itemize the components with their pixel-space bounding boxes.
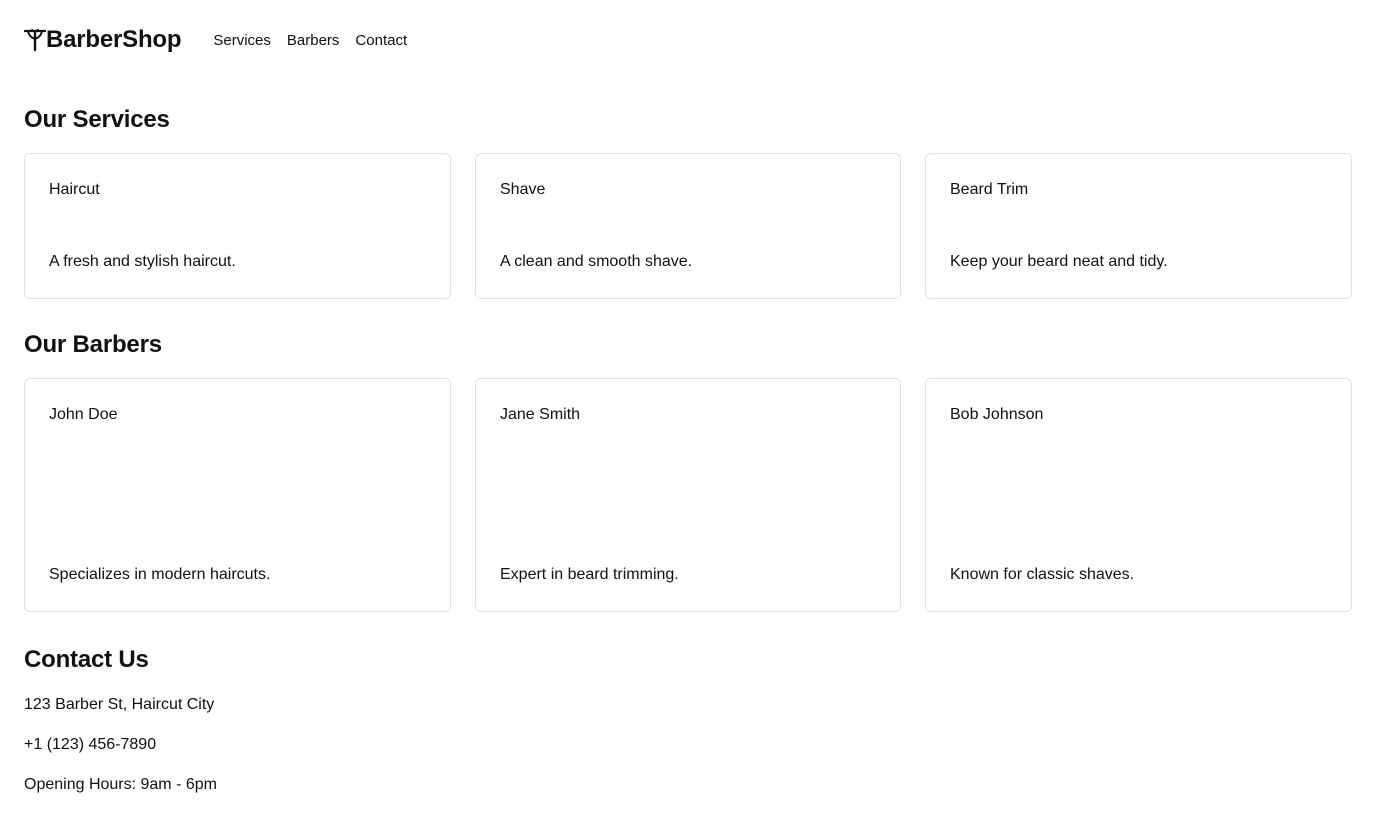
contact-address: 123 Barber St, Haircut City: [24, 696, 215, 713]
barber-card-john-doe: John Doe Specializes in modern haircuts.: [24, 378, 451, 612]
barber-name: John Doe: [49, 406, 118, 423]
nav-link-barbers[interactable]: Barbers: [287, 32, 340, 49]
services-grid: Haircut A fresh and stylish haircut. Sha…: [24, 153, 1352, 299]
service-card-haircut: Haircut A fresh and stylish haircut.: [24, 153, 451, 299]
service-description: Keep your beard neat and tidy.: [950, 253, 1168, 270]
main-nav: Services Barbers Contact: [213, 32, 407, 49]
contact-heading: Contact Us: [24, 646, 149, 673]
service-name: Beard Trim: [950, 181, 1029, 198]
services-heading: Our Services: [24, 106, 170, 133]
brand-name: BarberShop: [46, 26, 182, 53]
contact-details: 123 Barber St, Haircut City +1 (123) 456…: [24, 685, 1352, 805]
brand-logo-link[interactable]: BarberShop: [23, 26, 182, 54]
services-section: Our Services Haircut A fresh and stylish…: [24, 105, 1352, 299]
nav-link-contact[interactable]: Contact: [355, 32, 407, 49]
service-card-beard-trim: Beard Trim Keep your beard neat and tidy…: [925, 153, 1352, 299]
service-name: Shave: [500, 181, 546, 198]
barber-name: Jane Smith: [500, 406, 581, 423]
contact-section: Contact Us 123 Barber St, Haircut City +…: [24, 643, 1352, 805]
barbers-heading: Our Barbers: [24, 331, 162, 358]
page: BarberShop Services Barbers Contact Our …: [0, 0, 1376, 820]
barbers-grid: John Doe Specializes in modern haircuts.…: [24, 378, 1352, 612]
barber-description: Expert in beard trimming.: [500, 566, 679, 583]
service-name: Haircut: [49, 181, 100, 198]
contact-phone: +1 (123) 456-7890: [24, 736, 157, 753]
nav-link-services[interactable]: Services: [213, 32, 271, 49]
service-card-shave: Shave A clean and smooth shave.: [475, 153, 901, 299]
scissors-comb-icon: [23, 28, 47, 52]
barber-name: Bob Johnson: [950, 406, 1044, 423]
barber-description: Known for classic shaves.: [950, 566, 1135, 583]
barber-description: Specializes in modern haircuts.: [49, 566, 271, 583]
barber-card-jane-smith: Jane Smith Expert in beard trimming.: [475, 378, 901, 612]
contact-hours: Opening Hours: 9am - 6pm: [24, 776, 217, 793]
service-description: A clean and smooth shave.: [500, 253, 693, 270]
barbers-section: Our Barbers John Doe Specializes in mode…: [24, 330, 1352, 612]
service-description: A fresh and stylish haircut.: [49, 253, 236, 270]
barber-card-bob-johnson: Bob Johnson Known for classic shaves.: [925, 378, 1352, 612]
site-header: BarberShop Services Barbers Contact: [23, 0, 1352, 80]
